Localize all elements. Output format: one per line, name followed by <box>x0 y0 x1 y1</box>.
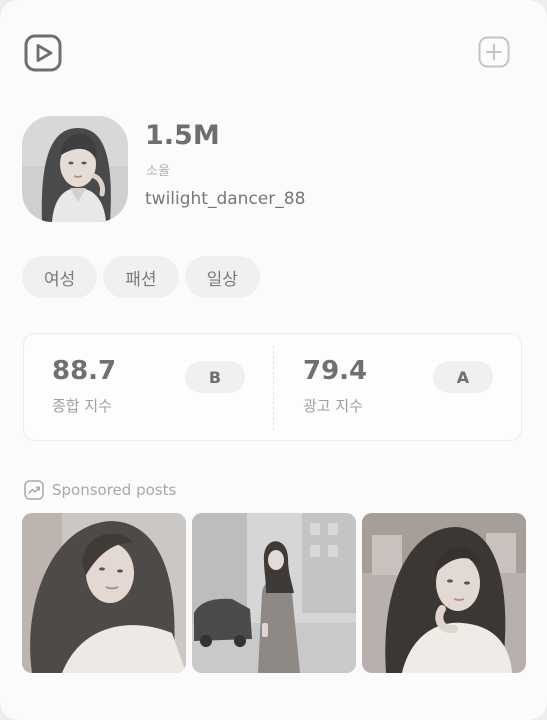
avatar[interactable] <box>22 116 128 222</box>
display-name: 소율 <box>146 164 170 179</box>
tag-chip[interactable]: 일상 <box>184 256 260 298</box>
username-handle: twilight_dancer_88 <box>145 189 306 209</box>
sponsored-posts-grid <box>22 513 526 673</box>
overall-grade-badge: B <box>185 361 245 393</box>
sponsored-posts-header: Sponsored posts <box>24 480 176 500</box>
play-square-icon[interactable] <box>24 34 62 72</box>
stats-panel: 88.7 종합 지수 B 79.4 광고 지수 A <box>23 333 522 441</box>
overall-score-value: 88.7 <box>52 356 117 386</box>
stats-divider <box>273 346 274 430</box>
ad-score-value: 79.4 <box>303 356 368 386</box>
sponsored-post-thumbnail[interactable] <box>362 513 526 673</box>
follower-count: 1.5M <box>145 120 220 151</box>
ad-score-label: 광고 지수 <box>303 397 363 415</box>
trend-chart-icon <box>24 480 44 500</box>
sponsored-posts-title: Sponsored posts <box>52 481 177 499</box>
sponsored-post-thumbnail[interactable] <box>192 513 356 673</box>
tag-chip[interactable]: 여성 <box>22 256 98 298</box>
category-tags: 여성 패션 일상 <box>22 256 260 298</box>
tag-chip[interactable]: 패션 <box>103 256 179 298</box>
sponsored-post-thumbnail[interactable] <box>22 513 186 673</box>
profile-card: 1.5M 소율 twilight_dancer_88 여성 패션 일상 88.7… <box>0 0 547 720</box>
ad-grade-badge: A <box>433 361 493 393</box>
overall-score-label: 종합 지수 <box>52 397 112 415</box>
plus-square-icon[interactable] <box>478 36 510 68</box>
